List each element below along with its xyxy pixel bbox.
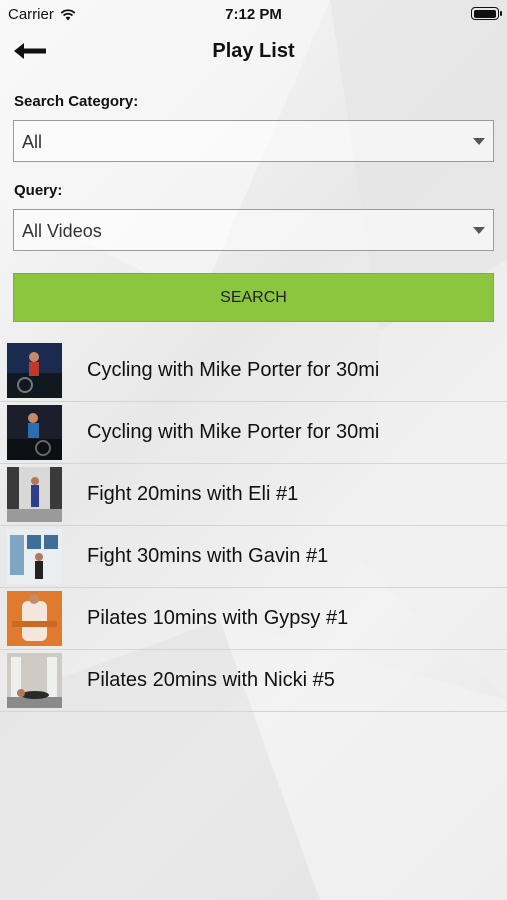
video-thumbnail — [7, 467, 62, 522]
video-thumbnail — [7, 591, 62, 646]
search-category-select[interactable]: All — [13, 120, 494, 162]
search-category-value: All — [22, 132, 43, 152]
list-item[interactable]: Pilates 10mins with Gypsy #1 — [0, 588, 507, 650]
search-button[interactable]: SEARCH — [13, 273, 494, 322]
chevron-down-icon — [473, 227, 485, 234]
video-title: Cycling with Mike Porter for 30mins — [87, 359, 380, 381]
video-title: Pilates 10mins with Gypsy #1 — [87, 607, 349, 629]
query-select[interactable]: All Videos — [13, 209, 494, 251]
status-time: 7:12 PM — [225, 6, 282, 23]
list-item[interactable]: Fight 30mins with Gavin #1 — [0, 526, 507, 588]
video-thumbnail — [7, 529, 62, 584]
video-title: Cycling with Mike Porter for 30mins — [87, 421, 380, 443]
status-bar: Carrier 7:12 PM — [0, 0, 507, 28]
page-title: Play List — [212, 40, 295, 62]
query-label: Query: — [14, 182, 63, 199]
list-item[interactable]: Fight 20mins with Eli #1 — [0, 464, 507, 526]
video-title: Fight 30mins with Gavin #1 — [87, 545, 329, 567]
video-title: Fight 20mins with Eli #1 — [87, 483, 299, 505]
list-item[interactable]: Cycling with Mike Porter for 30mins — [0, 340, 507, 402]
list-item[interactable]: Pilates 20mins with Nicki #5 — [0, 650, 507, 712]
video-thumbnail — [7, 653, 62, 708]
battery-icon — [471, 7, 502, 20]
navigation-bar: Play List — [0, 30, 507, 74]
chevron-down-icon — [473, 138, 485, 145]
video-thumbnail — [7, 405, 62, 460]
query-value: All Videos — [22, 221, 102, 241]
video-title: Pilates 20mins with Nicki #5 — [87, 669, 335, 691]
playlist: Cycling with Mike Porter for 30mins Cycl… — [0, 340, 507, 712]
list-item[interactable]: Cycling with Mike Porter for 30mins — [0, 402, 507, 464]
search-category-label: Search Category: — [14, 93, 139, 110]
video-thumbnail — [7, 343, 62, 398]
